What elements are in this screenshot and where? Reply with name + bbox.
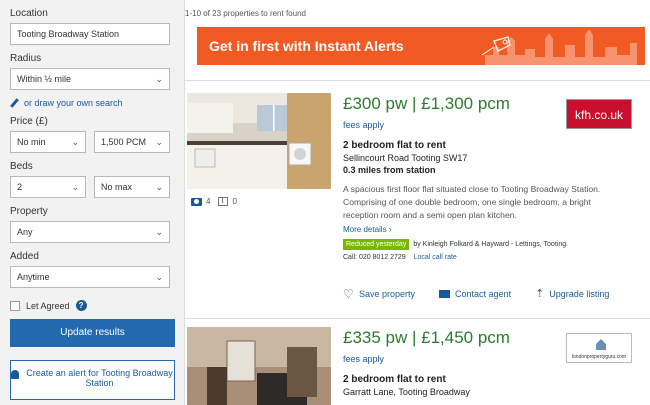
save-property-button[interactable]: ♡ Save property (343, 287, 416, 301)
kitchen-image (187, 93, 331, 189)
radius-select[interactable]: Within ½ mile ⌄ (10, 68, 170, 90)
upgrade-listing-button[interactable]: ⇡ Upgrade listing (535, 288, 610, 300)
help-icon[interactable]: ? (75, 300, 87, 311)
agent-name: by Kinleigh Folkard & Hayward - Lettings… (413, 241, 569, 248)
heart-icon: ♡ (343, 287, 354, 301)
added-select[interactable]: Anytime ⌄ (10, 266, 170, 288)
radius-label: Radius (10, 53, 42, 64)
beds-max-value: No max (101, 182, 133, 192)
price-max-select[interactable]: 1,500 PCM ⌄ (94, 131, 170, 153)
beds-min-value: 2 (17, 182, 23, 192)
results-panel: 1-10 of 23 properties to rent found Get … (185, 0, 650, 405)
property-select[interactable]: Any ⌄ (10, 221, 170, 243)
create-alert-label: Create an alert for Tooting Broadway Sta… (26, 368, 173, 388)
listing-distance: 0.3 miles from station (343, 165, 436, 175)
fees-link[interactable]: fees apply (343, 120, 583, 130)
let-agreed-label: Let Agreed (26, 300, 70, 311)
more-details-link[interactable]: More details › (343, 225, 583, 234)
agent-logo[interactable]: londonpropertyguru.com (566, 333, 632, 363)
chevron-down-icon: ⌄ (71, 137, 79, 147)
search-sidebar: Location Tooting Broadway Station Radius… (0, 0, 185, 405)
listing-card[interactable]: £335 pw | £1,450 pcm fees apply 2 bedroo… (185, 318, 650, 405)
radius-value: Within ½ mile (17, 74, 72, 84)
listing-info: £335 pw | £1,450 pcm fees apply 2 bedroo… (343, 327, 583, 397)
pencil-icon (10, 99, 19, 108)
property-photo[interactable] (187, 93, 331, 189)
media-counts: 4 0 (191, 197, 237, 206)
property-value: Any (17, 227, 33, 237)
price-min-select[interactable]: No min ⌄ (10, 131, 86, 153)
save-property-label: Save property (359, 289, 416, 299)
upgrade-listing-label: Upgrade listing (549, 289, 610, 299)
mail-icon (439, 290, 451, 298)
agent-logo-text: londonpropertyguru.com (571, 354, 627, 360)
contact-agent-label: Contact agent (455, 289, 512, 299)
chevron-down-icon: ⌄ (71, 182, 79, 192)
price-max-value: 1,500 PCM (101, 137, 147, 147)
agent-phone[interactable]: Call: 020 8012 2729 (343, 254, 406, 261)
listing-actions: ♡ Save property Contact agent ⇡ Upgrade … (343, 287, 633, 301)
skyline-graphic (485, 29, 637, 65)
contact-agent-button[interactable]: Contact agent (439, 289, 511, 299)
instant-alerts-banner[interactable]: Get in first with Instant Alerts (197, 27, 645, 65)
floorplan-count: 0 (232, 197, 237, 206)
beds-min-select[interactable]: 2 ⌄ (10, 176, 86, 198)
draw-search-label: or draw your own search (24, 98, 123, 108)
listing-price[interactable]: £300 pw | £1,300 pcm (343, 93, 583, 115)
price-min-value: No min (17, 137, 46, 147)
chevron-down-icon: ⌄ (155, 272, 163, 282)
local-rate-link[interactable]: Local call rate (414, 254, 457, 261)
bell-icon (11, 370, 19, 379)
let-agreed-checkbox[interactable] (10, 300, 20, 311)
create-alert-button[interactable]: Create an alert for Tooting Broadway Sta… (10, 360, 175, 400)
chevron-down-icon: ⌄ (155, 74, 163, 84)
update-results-button[interactable]: Update results (10, 319, 175, 347)
added-label: Added (10, 251, 39, 262)
location-input[interactable]: Tooting Broadway Station (10, 23, 170, 45)
property-label: Property (10, 206, 48, 217)
listing-price[interactable]: £335 pw | £1,450 pcm (343, 327, 583, 349)
photo-count: 4 (206, 197, 211, 206)
upgrade-icon: ⇡ (535, 288, 545, 300)
listing-title[interactable]: 2 bedroom flat to rent (343, 140, 583, 151)
listing-card[interactable]: 4 0 £300 pw | £1,300 pcm fees apply 2 be… (185, 80, 650, 300)
price-label: Price (£) (10, 116, 48, 127)
beds-label: Beds (10, 161, 33, 172)
fees-link[interactable]: fees apply (343, 354, 583, 364)
draw-search-link[interactable]: or draw your own search (10, 98, 174, 108)
property-photo[interactable] (187, 327, 331, 405)
listing-title[interactable]: 2 bedroom flat to rent (343, 374, 583, 385)
camera-icon (191, 197, 202, 206)
chevron-down-icon: ⌄ (155, 137, 163, 147)
results-count: 1-10 of 23 properties to rent found (185, 9, 306, 18)
chevron-down-icon: ⌄ (155, 182, 163, 192)
listing-description: A spacious first floor flat situated clo… (343, 184, 601, 220)
house-icon (596, 339, 606, 350)
listing-address: Garratt Lane, Tooting Broadway (343, 387, 470, 397)
listing-address: Sellincourt Road Tooting SW17 (343, 153, 468, 163)
added-value: Anytime (17, 272, 50, 282)
agent-logo[interactable]: kfh.co.uk (566, 99, 632, 129)
beds-max-select[interactable]: No max ⌄ (94, 176, 170, 198)
listing-info: £300 pw | £1,300 pcm fees apply 2 bedroo… (343, 93, 600, 261)
floorplan-icon (218, 197, 229, 206)
chevron-down-icon: ⌄ (155, 227, 163, 237)
reduced-badge: Reduced yesterday (343, 239, 410, 250)
banner-text: Get in first with Instant Alerts (209, 38, 404, 54)
living-room-image (187, 327, 331, 405)
location-label: Location (10, 8, 48, 19)
